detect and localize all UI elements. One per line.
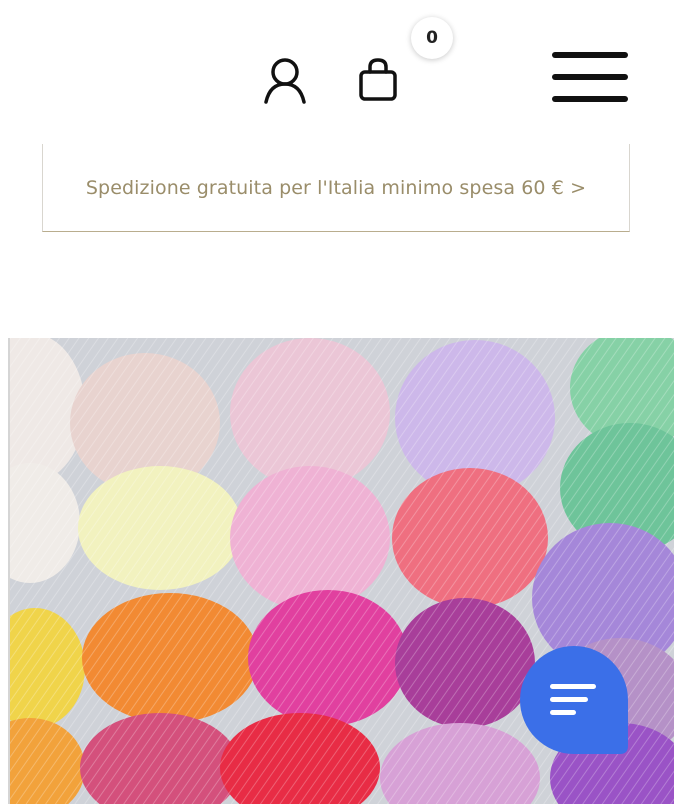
user-icon[interactable] [260,56,310,106]
free-shipping-text: Spedizione gratuita per l'Italia minimo … [85,176,587,199]
site-header: 0 [0,0,674,140]
shopping-bag-icon[interactable] [356,56,400,104]
chat-bubble-icon[interactable] [520,646,628,754]
hamburger-menu-icon[interactable] [552,50,630,106]
free-shipping-banner[interactable]: Spedizione gratuita per l'Italia minimo … [42,144,630,232]
cart-count-badge[interactable]: 0 [411,17,453,59]
